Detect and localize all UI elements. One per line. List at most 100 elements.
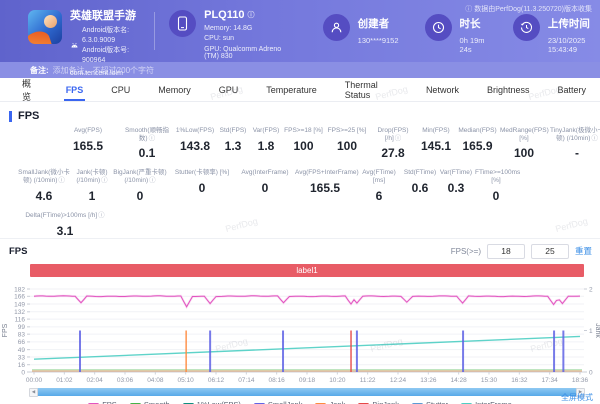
chart-title: FPS [9,246,27,257]
legend-fps[interactable]: FPS [88,400,117,404]
data-source-text: 数据由PerfDog(11.3.250720)版本收集 [474,4,592,14]
tab-memory[interactable]: Memory [144,78,205,101]
stat-value: 0.6 [403,181,437,195]
tab-battery[interactable]: Battery [543,78,600,101]
x-axis-tick: 13:26 [420,377,437,384]
x-axis-tick: 14:28 [451,377,468,384]
legend-jank[interactable]: Jank [315,400,345,404]
y2-axis-tick: 0 [589,369,593,376]
info-icon[interactable]: ⓘ [58,177,65,184]
stat-label: Avg(FPS) [56,127,120,136]
stat-label: Std(FTime) [403,169,437,178]
y-axis-label: FPS [2,323,9,337]
chart-scrollbar[interactable]: ◀ ▶ [30,388,584,396]
stat-avg-ftime-ms: Avg(FTime) [ms]6 [356,169,402,202]
stat-value: 0 [475,189,517,203]
interframe-line [34,336,580,359]
stat-value: - [550,146,600,160]
stat-value: 0 [113,189,167,203]
stat-value: 0.1 [122,146,172,160]
scrollbar-left-arrow[interactable]: ◀ [29,388,38,397]
stat-value: 6 [357,189,401,203]
stat-label: FPS>=25 [%] [325,127,369,136]
stat-label: Drop(FPS) [/h]ⓘ [371,127,415,143]
stat-value: 0 [169,181,235,195]
info-icon: ⓘ [465,4,472,14]
legend-interframe[interactable]: InterFrame [461,400,512,404]
info-icon[interactable]: ⓘ [591,135,598,142]
tab-cpu[interactable]: CPU [97,78,144,101]
x-axis-tick: 15:30 [481,377,498,384]
stat-value: 100 [325,139,369,153]
stat-label: Smooth(顺畅指数)ⓘ [122,127,172,143]
x-axis-tick: 17:34 [542,377,559,384]
legend-label: FPS [102,400,117,404]
app-name: 英雄联盟手游 [70,11,142,22]
stat-value: 165.9 [457,139,498,153]
x-axis-tick: 03:06 [117,377,134,384]
stat-delta-ftime-100ms-h: Delta(FTime)>100ms [/h]ⓘ3.1 [20,212,110,238]
threshold-reset-link[interactable]: 重置 [575,245,592,257]
stat-value: 0 [237,181,293,195]
x-axis-tick: 05:10 [178,377,195,384]
android-version-name: Android版本名: 6.3.0.9009 [82,26,142,46]
stat-label: Delta(FTime)>100ms [/h]ⓘ [21,212,109,221]
stat-value: 100 [500,146,548,160]
y-axis-tick: 33 [18,354,26,361]
stat-value: 165.5 [56,139,120,153]
android-version-code: Android版本号: 900964 [82,46,142,66]
x-axis-tick: 06:12 [208,377,225,384]
stat-bigjank-10min: BigJank(严重卡顿) (/10min)ⓘ 0 [112,169,168,202]
tab-network[interactable]: Network [412,78,473,101]
tab-thermal-status[interactable]: Thermal Status [331,78,412,101]
stat-std-fps: Std(FPS)1.3 [217,127,249,153]
y-axis-tick: 166 [14,294,25,301]
stat-var-ftime: Var(FTime)0.3 [438,169,474,195]
stat-avg-interframe: Avg(InterFrame)0 [236,169,294,195]
duration-value: 0h 19m 24s [460,36,487,54]
chart-label-band[interactable]: label1 [30,264,584,277]
legend-smooth[interactable]: Smooth [130,400,170,404]
legend-label: BigJank [372,400,399,404]
stat-median-fps: Median(FPS)165.9 [456,127,499,153]
y2-axis-tick: 1 [589,328,593,335]
info-icon[interactable]: ⓘ [149,135,156,142]
legend-stutter[interactable]: Stutter [412,400,448,404]
stat-drop-fps-h: Drop(FPS) [/h]ⓘ27.8 [370,127,416,160]
device-cpu: CPU: sun [204,35,289,42]
info-icon[interactable]: ⓘ [149,177,156,184]
upload-value: 23/10/2025 15:43:49 [548,36,600,54]
fps-threshold-high-input[interactable] [531,244,569,259]
info-icon[interactable]: ⓘ [98,212,105,219]
x-axis-tick: 18:36 [572,377,589,384]
stat-label: BigJank(严重卡顿) (/10min)ⓘ [113,169,167,185]
fps-threshold-low-input[interactable] [487,244,525,259]
fullscreen-link[interactable]: 全屏模式 [561,392,593,403]
stat-label: Avg(FPS+InterFrame) [295,169,355,178]
info-icon[interactable]: ⓘ [395,135,402,142]
stat-avg-fps: Avg(FPS) 165.5 [55,127,121,153]
stat-value: 1 [73,189,111,203]
y2-axis-label: Jank [594,323,600,338]
section-title: FPS [18,110,39,122]
x-axis-tick: 07:14 [238,377,255,384]
duration-label: 时长 [460,16,487,31]
upload-time-block: 上传时间 23/10/2025 15:43:49 [513,14,600,54]
stat-label: Std(FPS) [218,127,248,136]
legend-1%low-fps[interactable]: 1%Low(FPS) [183,400,241,404]
tab-overview[interactable]: 概览 [8,78,52,101]
stat-smalljank-10min: SmallJank(微小卡顿) (/10min)ⓘ4.6 [16,169,72,202]
tab-gpu[interactable]: GPU [205,78,253,101]
legend-label: SmallJank [268,400,303,404]
legend-bigjank[interactable]: BigJank [358,400,399,404]
header-divider [154,12,155,50]
stats-row-3: Delta(FTime)>100ms [/h]ⓘ3.1 [0,212,600,238]
legend-smalljank[interactable]: SmallJank [254,400,303,404]
info-icon[interactable]: ⓘ [101,177,108,184]
stat-value: 0.3 [439,181,473,195]
tab-brightness[interactable]: Brightness [473,78,544,101]
x-axis-tick: 01:02 [56,377,73,384]
tab-temperature[interactable]: Temperature [252,78,331,101]
info-icon[interactable]: ⓘ [247,12,254,19]
tab-fps[interactable]: FPS [52,78,98,101]
